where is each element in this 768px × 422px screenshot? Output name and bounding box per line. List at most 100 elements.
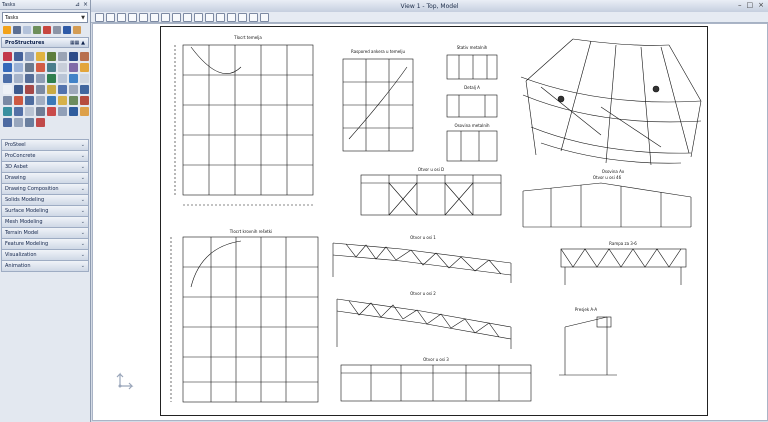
angle-icon[interactable] xyxy=(25,63,34,72)
dimension-icon[interactable] xyxy=(47,85,56,94)
purlin-icon[interactable] xyxy=(47,63,56,72)
zoom-out-icon[interactable] xyxy=(128,12,137,22)
close-icon[interactable]: × xyxy=(758,1,764,9)
plate-icon[interactable] xyxy=(25,52,34,61)
filter-icon[interactable] xyxy=(14,96,23,105)
weld-icon[interactable] xyxy=(47,52,56,61)
update-view-icon[interactable] xyxy=(106,12,115,22)
maximize-icon[interactable]: □ xyxy=(747,1,754,9)
task-combo[interactable]: Tasks ▼ xyxy=(2,12,88,23)
scale-tool-icon[interactable] xyxy=(53,26,61,34)
pan-view-icon[interactable] xyxy=(172,12,181,22)
view-help-icon[interactable] xyxy=(260,12,269,22)
navigation-cube-icon[interactable] xyxy=(112,368,140,396)
elevation-icon[interactable] xyxy=(58,85,67,94)
list-icon[interactable] xyxy=(58,74,67,83)
2d-view-icon[interactable] xyxy=(14,107,23,116)
label-icon[interactable] xyxy=(36,74,45,83)
category-3d-asbet[interactable]: 3D Asbet ⌄ xyxy=(1,162,89,173)
stair-icon[interactable] xyxy=(69,52,78,61)
drawing-icon[interactable] xyxy=(80,85,89,94)
grating-icon[interactable] xyxy=(58,63,67,72)
railing-icon[interactable] xyxy=(80,52,89,61)
sheet-icon[interactable] xyxy=(69,85,78,94)
previous-view-icon[interactable] xyxy=(183,12,192,22)
camera-setup-icon[interactable] xyxy=(238,12,247,22)
align-tool-icon[interactable] xyxy=(73,26,81,34)
title-axis-ax: Osovina Ax xyxy=(602,169,625,174)
section-options-icon[interactable]: ▦▦ ▲ xyxy=(70,40,85,46)
show-icon[interactable] xyxy=(58,107,67,116)
toggle-3d-icon[interactable] xyxy=(249,12,258,22)
category-terrain-model[interactable]: Terrain Model ⌄ xyxy=(1,228,89,239)
mirror-tool-icon[interactable] xyxy=(63,26,71,34)
bolt-icon[interactable] xyxy=(36,52,45,61)
undo-icon[interactable] xyxy=(3,118,12,127)
view-attributes-icon[interactable] xyxy=(95,12,104,22)
view-settings-icon[interactable] xyxy=(205,12,214,22)
fit-view-icon[interactable] xyxy=(150,12,159,22)
check-icon[interactable] xyxy=(47,74,56,83)
clip-volume-icon[interactable] xyxy=(227,12,236,22)
window-area-icon[interactable] xyxy=(139,12,148,22)
category-visualization[interactable]: Visualization ⌄ xyxy=(1,250,89,261)
category-drawing-composition[interactable]: Drawing Composition ⌄ xyxy=(1,184,89,195)
hide-icon[interactable] xyxy=(47,107,56,116)
category-animation[interactable]: Animation ⌄ xyxy=(1,261,89,272)
category-list: ProSteel ⌄ ProConcrete ⌄ 3D Asbet ⌄ Drawing… xyxy=(0,139,90,272)
close-icon[interactable]: × xyxy=(83,1,88,8)
category-proconcrete[interactable]: ProConcrete ⌄ xyxy=(1,151,89,162)
next-view-icon[interactable] xyxy=(194,12,203,22)
info-icon[interactable] xyxy=(25,96,34,105)
wire-view-icon[interactable] xyxy=(36,107,45,116)
section-prostructures[interactable]: ProStructures ▦▦ ▲ xyxy=(1,37,89,48)
search-icon[interactable] xyxy=(3,96,12,105)
display-style-icon[interactable] xyxy=(216,12,225,22)
grid-view-icon[interactable] xyxy=(25,107,34,116)
chevron-down-icon: ⌄ xyxy=(80,241,85,247)
move-tool-icon[interactable] xyxy=(13,26,21,34)
title-elevation-46: Otvor u osi 46 xyxy=(593,175,622,180)
category-prosteel[interactable]: ProSteel ⌄ xyxy=(1,139,89,151)
color-icon[interactable] xyxy=(80,107,89,116)
plan-icon[interactable] xyxy=(14,85,23,94)
category-surface-modeling[interactable]: Surface Modeling ⌄ xyxy=(1,206,89,217)
category-solids-modeling[interactable]: Solids Modeling ⌄ xyxy=(1,195,89,206)
profile-icon[interactable] xyxy=(14,63,23,72)
layer-icon[interactable] xyxy=(25,74,34,83)
render-icon[interactable] xyxy=(80,96,89,105)
3d-view-icon[interactable] xyxy=(3,107,12,116)
isolate-icon[interactable] xyxy=(69,107,78,116)
rotate-tool-icon[interactable] xyxy=(23,26,31,34)
gear-icon[interactable] xyxy=(3,74,12,83)
export-icon[interactable] xyxy=(25,118,34,127)
select-tool-icon[interactable] xyxy=(3,26,11,34)
section-icon[interactable] xyxy=(25,85,34,94)
import-icon[interactable] xyxy=(36,118,45,127)
camera-icon[interactable] xyxy=(69,96,78,105)
zoom-in-icon[interactable] xyxy=(117,12,126,22)
category-feature-modeling[interactable]: Feature Modeling ⌄ xyxy=(1,239,89,250)
area-icon[interactable] xyxy=(14,74,23,83)
beam-icon[interactable] xyxy=(3,52,12,61)
shape-icon[interactable] xyxy=(3,63,12,72)
tag-icon[interactable] xyxy=(36,96,45,105)
brace-icon[interactable] xyxy=(36,63,45,72)
category-mesh-modeling[interactable]: Mesh Modeling ⌄ xyxy=(1,217,89,228)
report-icon[interactable] xyxy=(69,74,78,83)
blank-tool-icon[interactable] xyxy=(80,74,89,83)
minimize-icon[interactable]: – xyxy=(738,1,742,9)
redo-icon[interactable] xyxy=(14,118,23,127)
pin-icon[interactable]: ⊿ xyxy=(75,1,80,8)
delete-tool-icon[interactable] xyxy=(43,26,51,34)
anchor-icon[interactable] xyxy=(80,63,89,72)
category-drawing[interactable]: Drawing ⌄ xyxy=(1,173,89,184)
light-icon[interactable] xyxy=(58,96,67,105)
truss-icon[interactable] xyxy=(69,63,78,72)
copy-tool-icon[interactable] xyxy=(33,26,41,34)
rotate-view-icon[interactable] xyxy=(161,12,170,22)
cube-icon[interactable] xyxy=(47,96,56,105)
detail-icon[interactable] xyxy=(36,85,45,94)
column-icon[interactable] xyxy=(14,52,23,61)
connection-icon[interactable] xyxy=(58,52,67,61)
